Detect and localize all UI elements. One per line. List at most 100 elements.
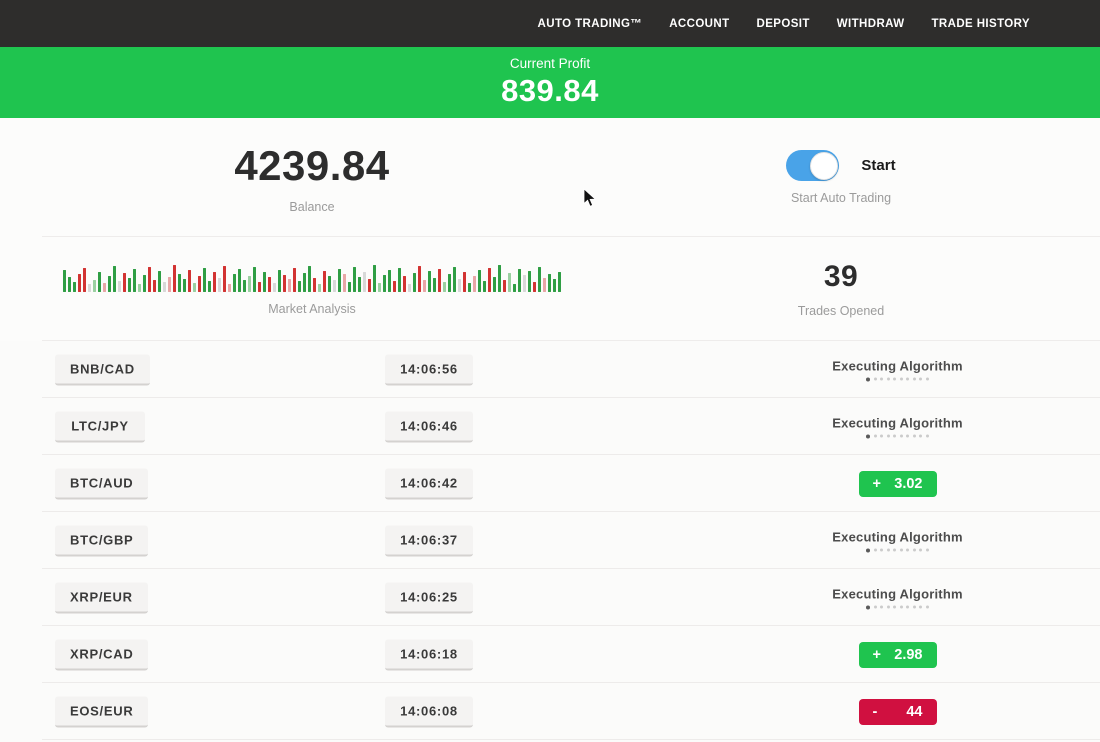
balance-and-toggle-row: 4239.84 Balance Start Start Auto Trading xyxy=(0,118,1100,237)
market-bar xyxy=(168,277,171,292)
market-bar xyxy=(113,266,116,292)
market-bar xyxy=(343,274,346,292)
trade-pair-chip: BTC/GBP xyxy=(55,525,148,556)
trade-status: +3.02 xyxy=(775,471,1020,497)
market-bar xyxy=(123,273,126,292)
market-bar xyxy=(503,280,506,292)
market-bar xyxy=(363,272,366,292)
trade-status: -44 xyxy=(775,699,1020,725)
nav-item-account[interactable]: ACCOUNT xyxy=(669,18,729,30)
market-bar xyxy=(183,279,186,292)
trade-pair-chip: XRP/EUR xyxy=(55,582,148,613)
current-profit-banner: Current Profit 839.84 xyxy=(0,47,1100,118)
market-bar xyxy=(328,276,331,292)
trade-result-badge: -44 xyxy=(859,699,937,725)
trade-pair-chip: BNB/CAD xyxy=(55,354,150,385)
market-bar xyxy=(483,281,486,292)
market-bar xyxy=(173,265,176,292)
trade-time-chip: 14:06:37 xyxy=(385,525,473,556)
market-bar xyxy=(208,281,211,292)
trade-row: BNB/CAD 14:06:56 Executing Algorithm xyxy=(0,341,1100,398)
market-bar xyxy=(233,274,236,292)
market-bar xyxy=(258,282,261,292)
market-bar xyxy=(83,268,86,292)
market-bar xyxy=(213,272,216,292)
market-bar xyxy=(543,278,546,292)
market-bar xyxy=(188,270,191,292)
trades-opened-value: 39 xyxy=(824,260,858,294)
trade-row: XRP/CAD14:06:18+2.98 xyxy=(0,626,1100,683)
market-bar xyxy=(63,270,66,292)
market-analysis-label: Market Analysis xyxy=(268,302,356,316)
market-bar xyxy=(488,268,491,292)
market-bar xyxy=(273,283,276,292)
market-bar xyxy=(468,283,471,292)
market-bar xyxy=(138,284,141,292)
market-bar xyxy=(293,268,296,292)
nav-item-auto-trading[interactable]: AUTO TRADING™ xyxy=(538,18,643,30)
market-bar xyxy=(268,277,271,292)
market-bar xyxy=(198,276,201,292)
market-bar xyxy=(263,272,266,292)
trade-time-chip: 14:06:56 xyxy=(385,354,473,385)
market-bar xyxy=(523,275,526,292)
market-bar xyxy=(493,277,496,292)
trade-status: Executing Algorithm xyxy=(775,358,1020,381)
market-analysis-chart xyxy=(57,262,567,292)
trades-opened-label: Trades Opened xyxy=(798,304,884,318)
executing-algorithm-label: Executing Algorithm xyxy=(832,529,962,544)
market-bar xyxy=(448,274,451,292)
trade-row: EOS/EUR 14:06:08 -44 xyxy=(0,683,1100,740)
market-bar xyxy=(473,276,476,292)
nav-item-deposit[interactable]: DEPOSIT xyxy=(757,18,810,30)
nav-item-withdraw[interactable]: WITHDRAW xyxy=(837,18,905,30)
market-bar xyxy=(148,267,151,292)
market-bar xyxy=(283,275,286,292)
trade-time-chip: 14:06:46 xyxy=(385,411,473,442)
trade-time-chip: 14:06:25 xyxy=(385,582,473,613)
loader-dots xyxy=(866,377,929,381)
balance-block: 4239.84 Balance xyxy=(42,118,582,237)
auto-trading-caption: Start Auto Trading xyxy=(791,191,891,205)
market-bar xyxy=(513,284,516,292)
market-bar xyxy=(98,272,101,292)
market-bar xyxy=(73,282,76,292)
market-bar xyxy=(443,282,446,292)
market-bar xyxy=(538,267,541,292)
market-bar xyxy=(128,278,131,292)
market-bar xyxy=(463,272,466,292)
market-bar xyxy=(228,284,231,292)
market-bar xyxy=(403,276,406,292)
trade-time-chip: 14:06:08 xyxy=(385,696,473,727)
market-bar xyxy=(218,278,221,292)
market-bar xyxy=(423,280,426,292)
market-bar xyxy=(418,266,421,292)
trade-result-badge: +2.98 xyxy=(859,642,937,668)
market-bar xyxy=(373,265,376,292)
market-bar xyxy=(413,273,416,292)
result-amount: 44 xyxy=(906,704,922,720)
market-bar xyxy=(368,279,371,292)
trade-pair-chip: XRP/CAD xyxy=(55,639,148,670)
market-bar xyxy=(383,275,386,292)
market-bar xyxy=(453,267,456,292)
market-bar xyxy=(508,273,511,292)
loader-dots xyxy=(866,605,929,609)
market-bar xyxy=(318,284,321,292)
market-bar xyxy=(478,270,481,292)
market-bar xyxy=(118,281,121,292)
result-amount: 3.02 xyxy=(894,476,922,492)
auto-trading-toggle[interactable] xyxy=(786,150,839,181)
market-bar xyxy=(398,268,401,292)
trade-list: BNB/CAD14:06:56Executing AlgorithmLTC/JP… xyxy=(0,341,1100,740)
trade-pair-chip: BTC/AUD xyxy=(55,468,148,499)
market-bar xyxy=(358,277,361,292)
auto-trading-block: Start Start Auto Trading xyxy=(582,118,1100,237)
market-bar xyxy=(313,278,316,292)
market-bar xyxy=(238,269,241,292)
market-bar xyxy=(143,275,146,292)
trade-pair-chip: EOS/EUR xyxy=(55,696,148,727)
market-bar xyxy=(253,267,256,292)
market-bar xyxy=(193,283,196,292)
nav-item-trade-history[interactable]: TRADE HISTORY xyxy=(932,18,1031,30)
